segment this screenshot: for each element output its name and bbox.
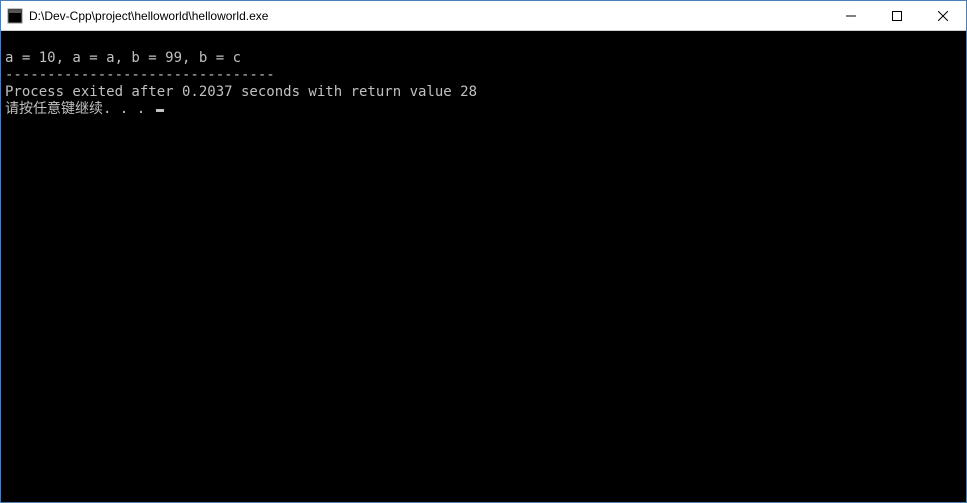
app-icon [7, 8, 23, 24]
minimize-icon [846, 11, 856, 21]
cursor [156, 109, 164, 112]
output-exit-status: Process exited after 0.2037 seconds with… [5, 84, 962, 101]
console-output[interactable]: a = 10, a = a, b = 99, b = c------------… [1, 31, 966, 502]
window-controls [828, 1, 966, 30]
close-button[interactable] [920, 1, 966, 30]
maximize-icon [892, 11, 902, 21]
maximize-button[interactable] [874, 1, 920, 30]
titlebar[interactable]: D:\Dev-Cpp\project\helloworld\helloworld… [1, 1, 966, 31]
output-separator: -------------------------------- [5, 67, 962, 84]
minimize-button[interactable] [828, 1, 874, 30]
output-line: a = 10, a = a, b = 99, b = c [5, 50, 962, 67]
window-title: D:\Dev-Cpp\project\helloworld\helloworld… [29, 9, 828, 23]
close-icon [938, 11, 948, 21]
output-prompt: 请按任意键继续. . . [5, 101, 154, 117]
